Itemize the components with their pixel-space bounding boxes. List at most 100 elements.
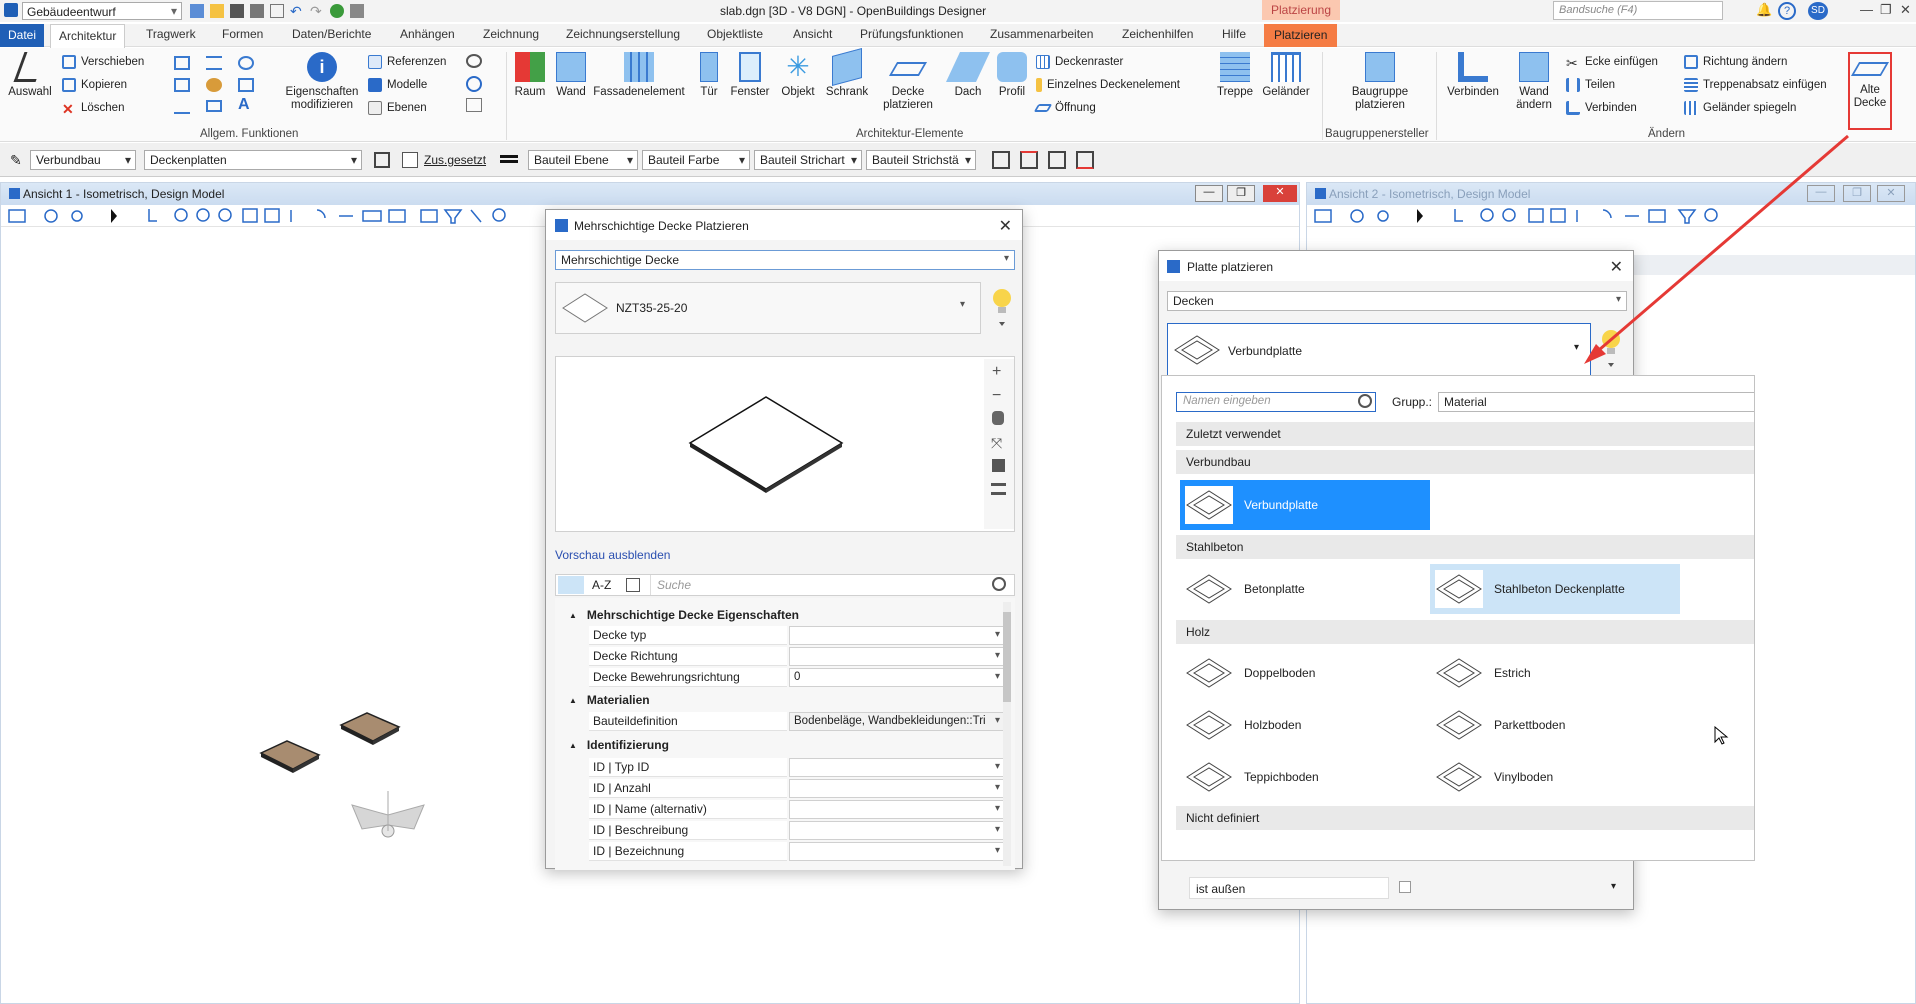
accudraw-tool-icon[interactable]: [1048, 151, 1066, 169]
dialog-1-close-button[interactable]: ✕: [999, 216, 1012, 236]
tab-pruefungsfunktionen[interactable]: Prüfungsfunktionen: [860, 27, 963, 41]
property-row[interactable]: ID | Name (alternativ): [589, 800, 1015, 819]
tab-zeichnungserstellung[interactable]: Zeichnungserstellung: [566, 27, 680, 41]
user-avatar[interactable]: SD: [1808, 2, 1828, 20]
table-icon[interactable]: [374, 152, 390, 168]
zus-gesetzt-checkbox[interactable]: [402, 152, 418, 168]
dach-button[interactable]: Dach: [946, 52, 990, 99]
property-row[interactable]: ID | Anzahl: [589, 779, 1015, 798]
undo-icon[interactable]: ↶: [290, 4, 304, 18]
baugruppe-button[interactable]: Baugruppe platzieren: [1330, 52, 1430, 112]
ribbon-search-input[interactable]: Bandsuche (F4): [1553, 1, 1723, 20]
deckenraster-button[interactable]: Deckenraster: [1036, 53, 1123, 71]
name-filter-input[interactable]: Namen eingeben: [1176, 392, 1376, 412]
view-1-close-button[interactable]: ✕: [1263, 185, 1297, 202]
zoom-out-icon[interactable]: −: [992, 387, 1001, 405]
pan-hand-icon[interactable]: [992, 411, 1004, 425]
workspace-select[interactable]: Gebäudeentwurf: [22, 2, 182, 20]
category-holz[interactable]: Holz⌃: [1176, 620, 1754, 644]
verbinden-button[interactable]: Verbinden: [1566, 99, 1637, 117]
rotate-icon[interactable]: [174, 56, 190, 70]
slab-type-dropdown[interactable]: Verbundplatte ▾: [1167, 323, 1591, 377]
slab-style-select[interactable]: NZT35-25-20 ▾: [555, 282, 981, 334]
lock-tool-icon[interactable]: [1020, 151, 1038, 169]
tuer-button[interactable]: Tür: [690, 52, 728, 99]
wand-aendern-button[interactable]: Wand ändern: [1506, 52, 1562, 112]
eigenschaften-button[interactable]: i Eigenschaften modifizieren: [282, 52, 362, 112]
view-1-minimize-button[interactable]: —: [1195, 185, 1223, 202]
view-cube-icon[interactable]: [992, 459, 1005, 472]
decke-platzieren-button[interactable]: Decke platzieren: [876, 52, 940, 112]
ist-aussen-checkbox[interactable]: [1399, 881, 1411, 893]
group-select[interactable]: Material: [1438, 392, 1754, 412]
auswahl-button[interactable]: Auswahl: [6, 52, 54, 99]
tab-hilfe[interactable]: Hilfe: [1222, 27, 1246, 41]
v8-icon[interactable]: [190, 4, 204, 18]
loeschen-button[interactable]: ✕ Löschen: [62, 99, 124, 117]
rectangle-icon[interactable]: [206, 100, 222, 112]
section-eigenschaften[interactable]: Mehrschichtige Decke Eigenschaften: [569, 608, 799, 622]
slab-item-vinylboden[interactable]: Vinylboden: [1430, 752, 1680, 802]
lineweight-select[interactable]: Bauteil Strichstä: [866, 150, 976, 170]
open-folder-icon[interactable]: [210, 4, 224, 18]
property-row[interactable]: ID | Typ ID: [589, 758, 1015, 777]
treppenabsatz-button[interactable]: Treppenabsatz einfügen: [1684, 76, 1827, 94]
kopieren-button[interactable]: Kopieren: [62, 76, 127, 94]
view-tools-icons[interactable]: [1307, 205, 1727, 227]
section-materialien[interactable]: Materialien: [569, 693, 650, 707]
filter-icon[interactable]: [626, 578, 640, 592]
paint-icon[interactable]: [206, 78, 222, 92]
tab-anhaengen[interactable]: Anhängen: [400, 27, 455, 41]
category-nicht-definiert[interactable]: Nicht definiert⌃: [1176, 806, 1754, 830]
referenzen-button[interactable]: Referenzen: [368, 53, 446, 71]
property-row[interactable]: ID | Beschreibung: [589, 821, 1015, 840]
slab-item-stahlbeton-deckenplatte[interactable]: Stahlbeton Deckenplatte: [1430, 564, 1680, 614]
minimize-button[interactable]: —: [1860, 2, 1873, 17]
verschieben-button[interactable]: Verschieben: [62, 53, 144, 71]
category-select[interactable]: Verbundbau: [30, 150, 136, 170]
vorschau-ausblenden-link[interactable]: Vorschau ausblenden: [555, 548, 670, 562]
objekt-button[interactable]: ✳ Objekt: [776, 52, 820, 99]
property-row[interactable]: Bauteildefinition Bodenbeläge, Wandbeklei…: [589, 712, 1015, 731]
fenster-button[interactable]: Fenster: [728, 52, 772, 99]
slab-item-holzboden[interactable]: Holzboden: [1180, 700, 1430, 750]
slab-category-select[interactable]: Decken: [1167, 291, 1627, 311]
view-tools-icons[interactable]: [1, 205, 561, 227]
fassade-button[interactable]: Fassadenelement: [592, 52, 686, 99]
weight-icon[interactable]: [500, 155, 518, 163]
slab-item-verbundplatte[interactable]: Verbundplatte: [1180, 480, 1430, 530]
notification-bell-icon[interactable]: 🔔: [1756, 2, 1772, 18]
category-verbundbau[interactable]: Verbundbau⌃: [1176, 450, 1754, 474]
ebenen-button[interactable]: Ebenen: [368, 99, 427, 117]
slab-item-estrich[interactable]: Estrich: [1430, 648, 1680, 698]
tab-zeichenhilfen[interactable]: Zeichenhilfen: [1122, 27, 1193, 41]
slab-type-select[interactable]: Mehrschichtige Decke: [555, 250, 1015, 270]
family-select[interactable]: Deckenplatten: [144, 150, 362, 170]
category-stahlbeton[interactable]: Stahlbeton⌃: [1176, 535, 1754, 559]
richtung-aendern-button[interactable]: Richtung ändern: [1684, 53, 1787, 71]
print-icon[interactable]: [350, 4, 364, 18]
profil-button[interactable]: Profil: [992, 52, 1032, 99]
layers-preview-icon[interactable]: [991, 483, 1006, 495]
slab-item-doppelboden[interactable]: Doppelboden: [1180, 648, 1430, 698]
wand-button[interactable]: Wand: [552, 52, 590, 99]
line-icon[interactable]: [174, 100, 190, 114]
save-icon[interactable]: [230, 4, 244, 18]
close-window-button[interactable]: ✕: [1900, 2, 1911, 18]
zoom-in-icon[interactable]: +: [992, 363, 1001, 381]
grid-icon[interactable]: [466, 98, 482, 112]
property-scrollbar[interactable]: [1003, 602, 1011, 866]
slab-item-betonplatte[interactable]: Betonplatte: [1180, 564, 1430, 614]
scale-icon[interactable]: [174, 78, 190, 92]
gelaender-spiegeln-button[interactable]: Geländer spiegeln: [1684, 99, 1796, 117]
save-as-icon[interactable]: [250, 4, 264, 18]
tab-formen[interactable]: Formen: [222, 27, 263, 41]
search-tool-icon[interactable]: [466, 54, 482, 68]
restore-button[interactable]: ❐: [1880, 2, 1892, 18]
alte-decke-button[interactable]: Alte Decke: [1848, 52, 1892, 130]
einzelnes-deckenelement-button[interactable]: Einzelnes Deckenelement: [1036, 76, 1180, 94]
snap-tool-icon[interactable]: [992, 151, 1010, 169]
tab-datei[interactable]: Datei: [0, 24, 44, 47]
slab-item-teppichboden[interactable]: Teppichboden: [1180, 752, 1430, 802]
color-select[interactable]: Bauteil Farbe: [642, 150, 750, 170]
